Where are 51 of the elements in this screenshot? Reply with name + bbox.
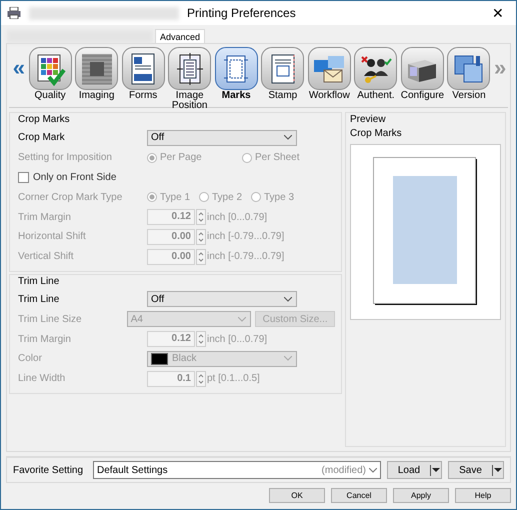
tab[interactable]: Advanced [155, 29, 206, 43]
checkbox-label: Only on Front Side [33, 172, 116, 183]
field-label: Favorite Setting [13, 464, 84, 476]
field-label: Vertical Shift [18, 251, 75, 262]
caret-icon [284, 135, 292, 140]
preview-label: Crop Marks [350, 128, 403, 141]
field-label: Line Width [18, 373, 66, 384]
dialog-button[interactable]: Cancel [331, 488, 387, 503]
spinner-arrows-icon[interactable] [196, 248, 206, 265]
dialog-button[interactable]: Help [455, 488, 511, 503]
group-title: Preview [350, 114, 387, 127]
field-label: Setting for Imposition [18, 152, 113, 164]
dropdown[interactable]: Off [147, 291, 297, 308]
halftone-square-icon [80, 52, 114, 86]
unit-range-text: inch [-0.79...0.79] [207, 231, 284, 242]
field-label: Corner Crop Mark Type [18, 192, 124, 203]
dropdown[interactable]: Off [147, 130, 297, 146]
spinner-arrows-icon[interactable] [196, 209, 206, 226]
unit-range-text: inch [0...0.79] [207, 212, 268, 223]
favorite-dropdown[interactable]: Default Settings (modified) [93, 461, 381, 479]
dropdown-arrow-icon [431, 467, 441, 473]
dialog-button[interactable]: Apply [393, 488, 449, 503]
caret-icon [284, 296, 292, 302]
unit-range-text: pt [0.1...0.5] [207, 373, 260, 384]
spinner-arrows-icon[interactable] [196, 331, 206, 348]
field-label: Trim Line [18, 294, 60, 305]
close-button[interactable]: ✕ [486, 5, 510, 21]
field-label: Color [18, 353, 43, 364]
window-title: Printing Preferences [187, 6, 297, 20]
split-button[interactable]: Save [448, 461, 504, 479]
field-label: Trim Margin [18, 212, 72, 223]
unit-range-text: inch [-0.79...0.79] [207, 251, 284, 262]
field-label: Horizontal Shift [18, 231, 87, 242]
split-button[interactable]: Load [387, 461, 442, 479]
checkbox[interactable] [18, 172, 29, 183]
scroll-left-button[interactable]: « [11, 55, 27, 81]
printer-icon [7, 7, 21, 19]
group-title: Trim Line [18, 276, 60, 289]
color-swatch [151, 352, 168, 365]
unit-range-text: inch [0...0.79] [207, 334, 268, 345]
spinner-arrows-icon[interactable] [196, 370, 206, 387]
field-label: Crop Mark [18, 132, 66, 144]
dropdown-arrow-icon [493, 467, 503, 473]
dialog-button[interactable]: OK [269, 488, 325, 503]
caret-icon [369, 468, 377, 472]
group-title: Crop Marks [18, 114, 71, 127]
field-label: Trim Line Size [18, 314, 83, 325]
caret-icon [284, 356, 292, 362]
spinner-arrows-icon[interactable] [196, 228, 206, 245]
caret-icon [238, 316, 246, 322]
field-label: Trim Margin [18, 334, 72, 345]
